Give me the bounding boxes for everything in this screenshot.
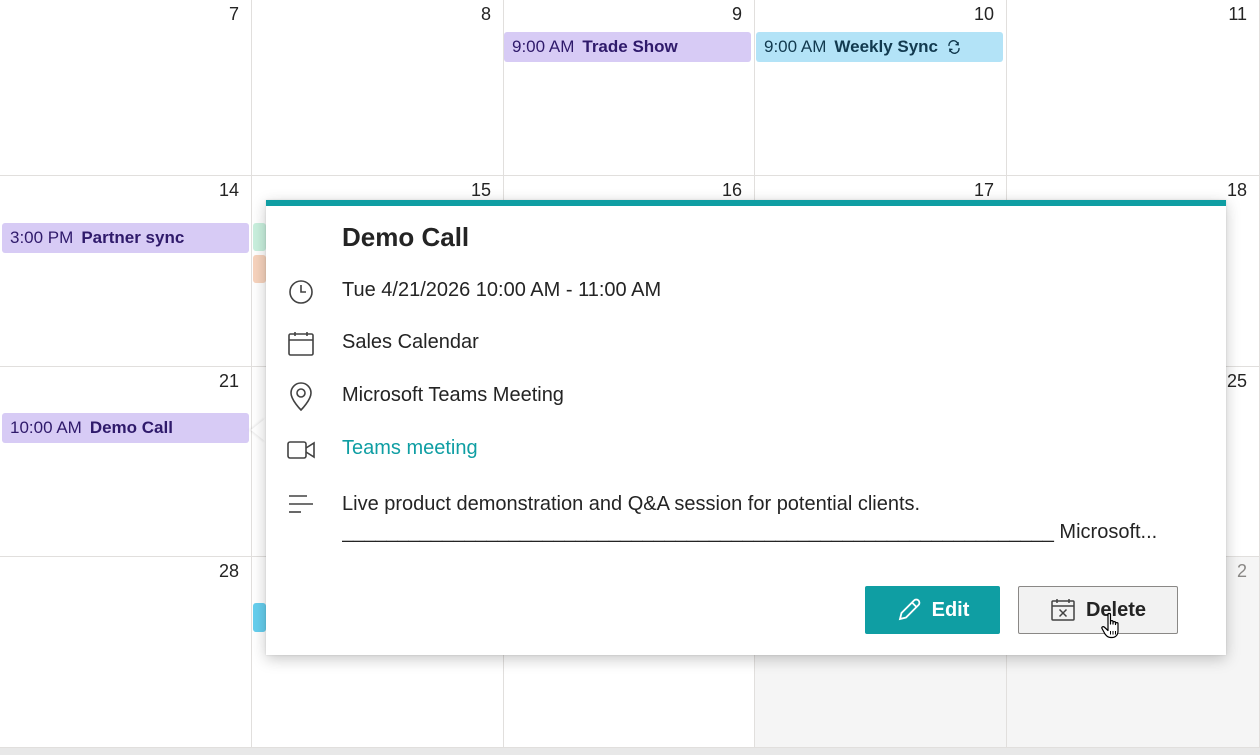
- event-time: 3:00 PM: [10, 228, 74, 247]
- event-title: Trade Show: [582, 37, 678, 56]
- teams-meeting-link[interactable]: Teams meeting: [342, 437, 478, 460]
- calendar-row: Sales Calendar: [286, 329, 479, 359]
- meeting-row: Teams meeting: [286, 435, 478, 465]
- day-number: 14: [218, 180, 239, 200]
- day-number: 15: [470, 180, 491, 200]
- event-description: Live product demonstration and Q&A sessi…: [342, 490, 1172, 546]
- event-title: Partner sync: [81, 228, 185, 247]
- event-title: Demo Call: [89, 418, 173, 437]
- grid-bottom-border: [0, 748, 1260, 755]
- event-time: 9:00 AM: [764, 37, 827, 56]
- pencil-icon: [898, 598, 920, 621]
- delete-calendar-icon: [1051, 599, 1075, 621]
- day-number: 16: [721, 180, 742, 200]
- event-time: 10:00 AM: [10, 418, 82, 437]
- event-weekly-sync[interactable]: 9:00 AM Weekly Sync: [756, 32, 1003, 62]
- location-row: Microsoft Teams Meeting: [286, 382, 564, 412]
- event-location: Microsoft Teams Meeting: [342, 384, 564, 406]
- description-row: [286, 489, 316, 519]
- day-number: 10: [973, 4, 994, 24]
- day-cell[interactable]: 28: [0, 557, 252, 748]
- description-lines-icon: [286, 489, 316, 519]
- day-number: 7: [228, 4, 239, 24]
- day-number: 9: [731, 4, 742, 24]
- calendar-name: Sales Calendar: [342, 331, 479, 353]
- popup-title: Demo Call: [342, 222, 470, 252]
- delete-button[interactable]: Delete: [1018, 586, 1178, 634]
- edit-button-label: Edit: [931, 598, 970, 621]
- day-number: 17: [973, 180, 994, 200]
- event-hidden[interactable]: [253, 255, 266, 283]
- datetime-row: Tue 4/21/2026 10:00 AM - 11:00 AM: [286, 277, 661, 307]
- day-cell[interactable]: 8: [252, 0, 504, 176]
- day-number: 2: [1236, 561, 1247, 581]
- event-details-popup: Demo Call Tue 4/21/2026 10:00 AM - 11:00…: [266, 200, 1226, 655]
- day-cell[interactable]: 14: [0, 176, 252, 367]
- description-line: ________________________________________…: [342, 521, 1158, 543]
- day-number: 18: [1226, 180, 1247, 200]
- event-partner-sync[interactable]: 3:00 PM Partner sync: [2, 223, 249, 253]
- day-number: 28: [218, 561, 239, 581]
- edit-button[interactable]: Edit: [865, 586, 1000, 634]
- popup-beak: [251, 418, 266, 442]
- day-cell[interactable]: 7: [0, 0, 252, 176]
- calendar-icon: [286, 329, 316, 359]
- event-hidden[interactable]: [253, 223, 266, 251]
- day-cell[interactable]: 11: [1007, 0, 1260, 176]
- hand-cursor-icon: [1101, 612, 1119, 639]
- event-hidden[interactable]: [253, 603, 266, 632]
- event-datetime: Tue 4/21/2026 10:00 AM - 11:00 AM: [342, 279, 662, 301]
- clock-icon: [286, 277, 316, 307]
- day-number: 25: [1226, 371, 1247, 391]
- event-demo-call[interactable]: 10:00 AM Demo Call: [2, 413, 249, 443]
- day-number: 11: [1228, 4, 1247, 24]
- day-number: 8: [480, 4, 491, 24]
- day-cell[interactable]: 10: [755, 0, 1007, 176]
- event-time: 9:00 AM: [512, 37, 575, 56]
- location-pin-icon: [286, 382, 316, 412]
- day-cell[interactable]: 21: [0, 367, 252, 557]
- description-line: Live product demonstration and Q&A sessi…: [342, 493, 921, 515]
- video-camera-icon: [286, 435, 316, 465]
- day-number: 21: [218, 371, 239, 391]
- day-cell[interactable]: 9: [504, 0, 755, 176]
- event-title: Weekly Sync: [834, 37, 939, 56]
- popup-accent-bar: [266, 200, 1226, 206]
- event-trade-show[interactable]: 9:00 AM Trade Show: [504, 32, 751, 62]
- recurring-icon: [948, 39, 960, 55]
